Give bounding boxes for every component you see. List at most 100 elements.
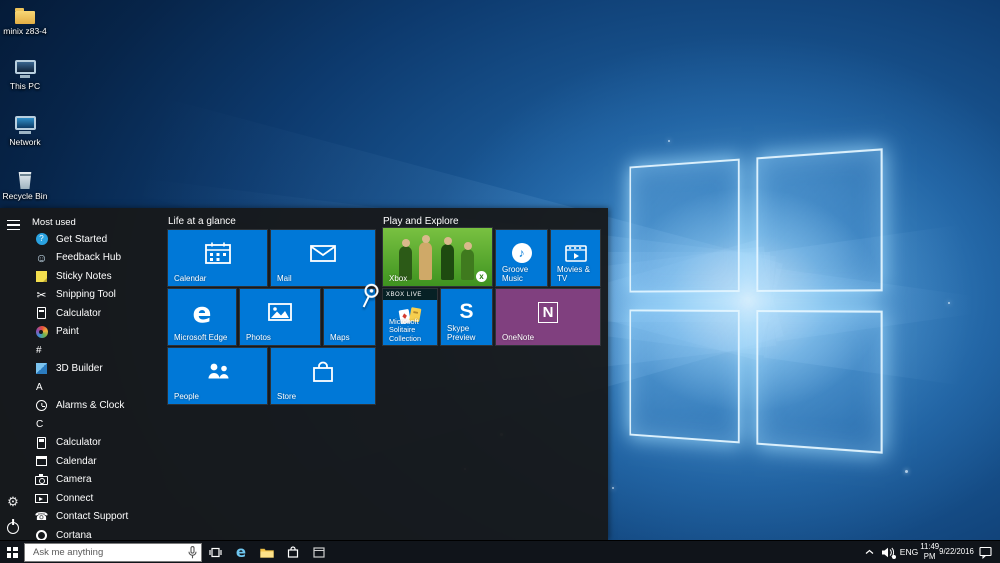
tile-label: Mail [277,274,371,283]
tile-movies-tv[interactable]: Movies & TV [551,230,600,286]
hamburger-menu-icon[interactable] [7,220,20,230]
app-list-item-sticky-notes[interactable]: Sticky Notes [26,267,160,286]
desktop-icon-label: This PC [2,82,48,92]
edge-icon: e [236,545,246,560]
start-menu: ⚙ Most used Get Started ☺ Feedback Hub S… [0,208,608,540]
edge-taskbar-button[interactable]: e [228,541,254,563]
app-list-item-get-started[interactable]: Get Started [26,230,160,249]
settings-button[interactable]: ⚙ [5,494,21,510]
alarms-clock-icon [36,400,47,411]
tile-calendar[interactable]: Calendar [168,230,267,286]
tile-people[interactable]: People [168,348,267,404]
volume-badge [892,555,896,559]
tile-label: People [174,392,263,401]
tile-area: Life at a glance Play and Explore Calend… [160,208,608,540]
3d-builder-icon [36,363,47,374]
tray-time: 11:49 PM [920,542,939,561]
tile-label: Skype Preview [447,324,488,342]
app-label: Calendar [56,456,97,467]
language-indicator[interactable]: ENG [897,541,921,563]
microphone-icon[interactable] [183,546,201,559]
onenote-icon: N [538,302,559,323]
app-label: Camera [56,474,92,485]
file-explorer-taskbar-button[interactable] [254,541,280,563]
tile-group-title[interactable]: Play and Explore [383,216,459,227]
app-list-item-3d-builder[interactable]: 3D Builder [26,360,160,379]
chevron-up-icon [865,549,874,555]
app-list-item-paint[interactable]: Paint [26,323,160,342]
desktop-icon-label: Network [2,138,48,148]
app-window-icon [313,547,325,558]
app-label: Sticky Notes [56,271,112,282]
tile-label: OneNote [502,333,596,342]
computer-icon [15,60,36,74]
clock[interactable]: 11:49 PM 9/22/2016 [921,541,973,563]
search-input[interactable] [25,544,183,561]
app-list-item-feedback-hub[interactable]: ☺ Feedback Hub [26,249,160,268]
app-list-letter-a[interactable]: A [26,378,160,397]
taskbar: e ENG 11:49 PM 9/22/2016 [0,540,1000,563]
contact-support-icon: ☎ [34,509,49,524]
app-list-item-calculator-most-used[interactable]: Calculator [26,304,160,323]
desktop-icon-this-pc[interactable]: This PC [2,60,48,92]
app-label: Snipping Tool [56,289,116,300]
volume-button[interactable] [877,541,897,563]
feedback-hub-icon: ☺ [34,250,49,265]
windows-logo [629,148,882,453]
desktop-icon-label: minix z83-4 [2,27,48,37]
store-icon [287,546,299,558]
sticky-notes-icon [36,271,47,282]
connect-icon [35,494,48,503]
app-list-item-calculator[interactable]: Calculator [26,434,160,453]
app-list-item-connect[interactable]: Connect [26,489,160,508]
calculator-icon [37,307,46,319]
power-button[interactable] [7,522,19,534]
tray-expand-button[interactable] [861,541,877,563]
store-taskbar-button[interactable] [280,541,306,563]
desktop-icon-label: Recycle Bin [2,192,48,202]
app-list-item-calendar[interactable]: Calendar [26,452,160,471]
tile-group-title[interactable]: Life at a glance [168,216,236,227]
tile-store[interactable]: Store [271,348,375,404]
file-explorer-icon [260,547,274,558]
tile-xbox[interactable]: x Xbox [383,228,492,286]
start-button[interactable] [0,541,24,563]
tile-mail[interactable]: Mail [271,230,375,286]
pinned-app-button[interactable] [306,541,332,563]
app-list-letter-c[interactable]: C [26,415,160,434]
tile-solitaire[interactable]: XBOX LIVE Microsoft Solitaire Collection [383,289,437,345]
app-list-item-alarms-clock[interactable]: Alarms & Clock [26,397,160,416]
app-list: Most used Get Started ☺ Feedback Hub Sti… [26,214,160,545]
desktop: minix z83-4 This PC Network Recycle Bin … [0,0,1000,563]
tile-label: Groove Music [502,265,543,283]
app-list-item-camera[interactable]: Camera [26,471,160,490]
tile-maps[interactable]: Maps [324,289,375,345]
app-label: Contact Support [56,511,128,522]
desktop-icon-network[interactable]: Network [2,116,48,148]
desktop-icon-minix[interactable]: minix z83-4 [2,6,48,37]
windows-logo-pane [756,148,882,292]
paint-icon [36,326,48,338]
tile-microsoft-edge[interactable]: e Microsoft Edge [168,289,236,345]
app-label: Alarms & Clock [56,400,124,411]
tile-groove-music[interactable]: ♪ Groove Music [496,230,547,286]
windows-logo-pane [629,309,739,443]
tile-onenote[interactable]: N OneNote [496,289,600,345]
action-center-button[interactable] [973,541,997,563]
app-list-item-snipping-tool[interactable]: ✂ Snipping Tool [26,286,160,305]
desktop-icon-recycle-bin[interactable]: Recycle Bin [2,170,48,202]
tile-label: Store [277,392,371,401]
camera-icon [35,476,48,485]
app-list-letter-hash[interactable]: # [26,341,160,360]
tile-label: Movies & TV [557,265,596,283]
dust-particle [948,302,950,304]
tile-photos[interactable]: Photos [240,289,320,345]
windows-logo-pane [629,159,739,293]
dust-particle [668,140,670,142]
tile-label: Photos [246,333,316,342]
groove-music-icon: ♪ [512,243,532,263]
tile-skype-preview[interactable]: S Skype Preview [441,289,492,345]
app-list-item-contact-support[interactable]: ☎ Contact Support [26,508,160,527]
calculator-icon [37,437,46,449]
task-view-button[interactable] [202,541,228,563]
